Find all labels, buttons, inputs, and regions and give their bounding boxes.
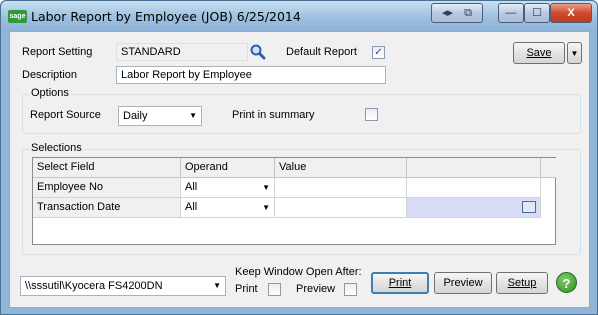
lookup-search-icon[interactable] <box>250 44 266 60</box>
maximize-button[interactable]: ☐ <box>524 3 550 23</box>
default-report-label: Default Report <box>286 46 357 58</box>
report-setting-field[interactable]: STANDARD <box>116 43 248 61</box>
table-row[interactable]: Employee No All ▼ <box>33 178 557 198</box>
chevron-down-icon: ▼ <box>213 281 221 290</box>
operand-cell[interactable]: All ▼ <box>181 198 275 218</box>
sage-app-icon: sage <box>8 10 27 23</box>
selections-group-title: Selections <box>29 142 84 154</box>
keep-open-preview-checkbox[interactable] <box>344 283 357 296</box>
report-source-label: Report Source <box>30 109 101 121</box>
print-button[interactable]: Print <box>371 272 429 294</box>
minimize-button[interactable]: — <box>498 3 524 23</box>
report-source-select[interactable]: Daily ▼ <box>118 106 202 126</box>
grid-header-spacer <box>541 158 556 178</box>
print-button-label: Print <box>388 277 412 289</box>
operand-value: All <box>185 181 198 193</box>
save-button[interactable]: Save <box>513 42 565 64</box>
help-icon: ? <box>562 276 571 291</box>
printer-select[interactable]: \\sssutil\Kyocera FS4200DN ▼ <box>20 276 226 296</box>
save-button-label: Save <box>526 47 552 59</box>
value-extra-cell[interactable] <box>407 198 541 218</box>
save-menu-button[interactable]: ▼ <box>567 42 582 64</box>
calendar-icon[interactable] <box>522 201 536 213</box>
operand-value: All <box>185 201 198 213</box>
description-field[interactable]: Labor Report by Employee <box>116 66 386 84</box>
chevron-down-icon[interactable]: ▼ <box>262 198 270 217</box>
column-header-extra <box>407 158 541 178</box>
help-button[interactable]: ? <box>556 272 577 293</box>
value-cell[interactable] <box>275 178 407 198</box>
table-row[interactable]: Transaction Date All ▼ <box>33 198 557 218</box>
value-cell[interactable] <box>275 198 407 218</box>
description-label: Description <box>22 69 78 81</box>
printer-value: \\sssutil\Kyocera FS4200DN <box>25 280 163 292</box>
setup-button[interactable]: Setup <box>496 272 548 294</box>
report-window: sage Labor Report by Employee (JOB) 6/25… <box>0 0 598 315</box>
print-summary-checkbox[interactable] <box>365 108 378 121</box>
client-area: Report Setting STANDARD Default Report ✓… <box>9 31 590 308</box>
chevron-down-icon[interactable]: ▼ <box>262 178 270 197</box>
title-bar[interactable]: sage Labor Report by Employee (JOB) 6/25… <box>1 1 597 31</box>
restore-icon[interactable]: ⧉ <box>464 7 472 19</box>
column-header-value[interactable]: Value <box>275 158 407 178</box>
setup-button-label: Setup <box>507 277 537 289</box>
options-group-title: Options <box>29 87 71 99</box>
keep-open-print-checkbox[interactable] <box>268 283 281 296</box>
keep-open-label: Keep Window Open After: <box>235 266 362 278</box>
maximize-icon: ☐ <box>532 7 542 19</box>
print-summary-label: Print in summary <box>232 109 315 121</box>
title-nav-buttons[interactable]: ◂▸ ⧉ <box>431 3 483 23</box>
preview-button[interactable]: Preview <box>434 272 492 294</box>
keep-open-print-label: Print <box>235 283 258 295</box>
keep-open-preview-label: Preview <box>296 283 336 295</box>
chevron-down-icon: ▼ <box>189 111 197 120</box>
checkmark-icon: ✓ <box>374 47 383 58</box>
column-header-select-field[interactable]: Select Field <box>33 158 181 178</box>
default-report-checkbox[interactable]: ✓ <box>372 46 385 59</box>
value-extra-cell[interactable] <box>407 178 541 198</box>
select-field-cell[interactable]: Transaction Date <box>33 198 181 218</box>
preview-button-label: Preview <box>443 277 483 289</box>
close-icon: X <box>567 7 575 19</box>
minimize-icon: — <box>505 7 517 19</box>
select-field-cell[interactable]: Employee No <box>33 178 181 198</box>
close-button[interactable]: X <box>550 3 592 23</box>
operand-cell[interactable]: All ▼ <box>181 178 275 198</box>
selections-grid: Select Field Operand Value Employee No A… <box>32 157 556 245</box>
window-title: Labor Report by Employee (JOB) 6/25/2014 <box>31 9 301 24</box>
report-source-value: Daily <box>123 110 148 122</box>
chevron-down-icon: ▼ <box>570 49 579 58</box>
report-setting-label: Report Setting <box>22 46 93 58</box>
grid-header-row: Select Field Operand Value <box>33 158 557 178</box>
column-header-operand[interactable]: Operand <box>181 158 275 178</box>
help-nav-icon[interactable]: ◂▸ <box>442 7 453 19</box>
